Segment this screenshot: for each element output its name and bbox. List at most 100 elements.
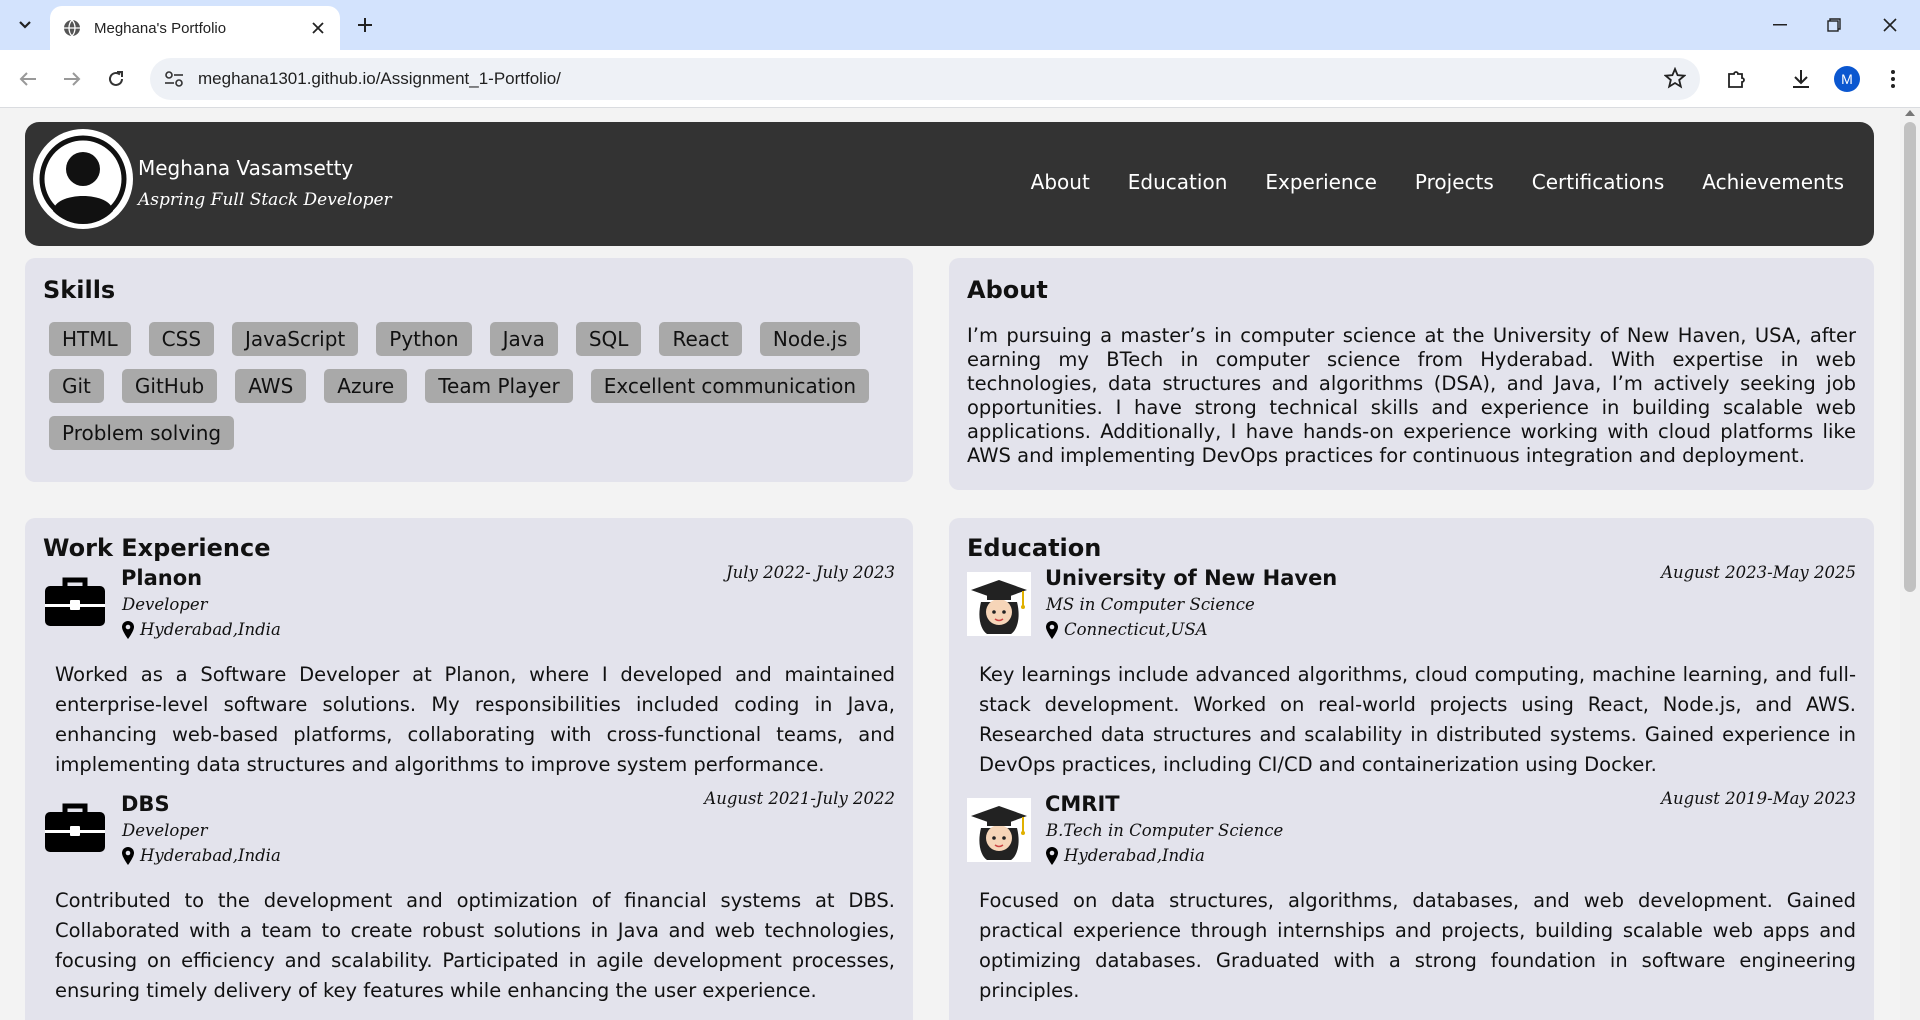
back-button[interactable]: [13, 64, 43, 94]
tab-title: Meghana's Portfolio: [94, 19, 227, 37]
work-location: Hyderabad,India: [122, 846, 281, 865]
work-entry: Planon Developer Hyderabad,India July 20…: [43, 563, 895, 792]
education-location: Hyderabad,India: [1046, 846, 1205, 865]
kebab-menu-icon: [1891, 70, 1895, 88]
avatar: [33, 129, 133, 229]
nav-certifications[interactable]: Certifications: [1532, 170, 1664, 194]
work-org: DBS: [121, 792, 170, 816]
minimize-button[interactable]: [1750, 0, 1810, 50]
close-icon: [1883, 18, 1897, 32]
graduate-avatar-icon: [967, 572, 1031, 636]
work-location: Hyderabad,India: [122, 620, 281, 639]
address-bar[interactable]: meghana1301.github.io/Assignment_1-Portf…: [150, 58, 1700, 100]
education-location-text: Connecticut,USA: [1064, 620, 1208, 639]
skill-chip: AWS: [235, 369, 307, 403]
skill-chip: CSS: [148, 322, 215, 356]
about-text: I’m pursuing a master’s in computer scie…: [967, 324, 1856, 467]
skill-chip: React: [659, 322, 742, 356]
map-pin-icon: [1046, 620, 1058, 639]
work-description: Worked as a Software Developer at Planon…: [55, 663, 895, 776]
nav-achievements[interactable]: Achievements: [1702, 170, 1844, 194]
education-card: Education University of New Haven MS in …: [949, 518, 1874, 1020]
education-title: Education: [967, 534, 1102, 562]
skill-chip: Team Player: [425, 369, 573, 403]
nav-experience[interactable]: Experience: [1265, 170, 1377, 194]
work-org: Planon: [121, 566, 203, 590]
education-degree: B.Tech in Computer Science: [1046, 821, 1284, 840]
extensions-button[interactable]: [1722, 64, 1752, 94]
education-org: University of New Haven: [1045, 566, 1338, 590]
browser-toolbar: meghana1301.github.io/Assignment_1-Portf…: [0, 50, 1920, 108]
restore-icon: [1827, 18, 1841, 32]
education-entry: CMRIT B.Tech in Computer Science Hyderab…: [967, 789, 1856, 1018]
nav-about[interactable]: About: [1031, 170, 1090, 194]
scrollbar-thumb[interactable]: [1904, 122, 1916, 592]
reload-button[interactable]: [101, 64, 131, 94]
arrow-right-icon: [64, 72, 81, 86]
puzzle-icon: [1728, 71, 1745, 88]
url-text: meghana1301.github.io/Assignment_1-Portf…: [198, 69, 561, 88]
map-pin-icon: [1046, 846, 1058, 865]
skill-chip: Azure: [324, 369, 408, 403]
reload-icon: [109, 71, 123, 86]
about-card: About I’m pursuing a master’s in compute…: [949, 258, 1874, 490]
downloads-button[interactable]: [1786, 64, 1816, 94]
work-role: Developer: [122, 595, 208, 614]
bookmark-star-icon[interactable]: [1663, 66, 1687, 93]
map-pin-icon: [122, 620, 134, 639]
education-degree: MS in Computer Science: [1046, 595, 1255, 614]
work-title: Work Experience: [43, 534, 271, 562]
main-nav: About Education Experience Projects Cert…: [1031, 170, 1844, 194]
about-title: About: [967, 276, 1048, 304]
browser-tab[interactable]: Meghana's Portfolio: [50, 6, 340, 50]
education-date: August 2019-May 2023: [1661, 789, 1856, 808]
briefcase-icon: [45, 577, 105, 626]
skill-chip: Excellent communication: [590, 369, 870, 403]
minimize-icon: [1773, 24, 1787, 26]
page-scrollbar[interactable]: [1900, 108, 1920, 1020]
skill-chip: Java: [489, 322, 558, 356]
browser-menu-button[interactable]: [1878, 64, 1908, 94]
skill-chip: Git: [49, 369, 104, 403]
work-date: July 2022- July 2023: [726, 563, 895, 582]
education-entry: University of New Haven MS in Computer S…: [967, 563, 1856, 792]
scroll-up-arrow-icon[interactable]: [1905, 110, 1915, 116]
new-tab-button[interactable]: [350, 10, 380, 40]
site-header: Meghana Vasamsetty Aspring Full Stack De…: [25, 122, 1874, 246]
skill-chip: Problem solving: [49, 416, 235, 450]
page-viewport: Meghana Vasamsetty Aspring Full Stack De…: [0, 108, 1900, 1020]
work-description: Contributed to the development and optim…: [55, 889, 895, 1002]
nav-education[interactable]: Education: [1128, 170, 1228, 194]
forward-button[interactable]: [57, 64, 87, 94]
restore-button[interactable]: [1804, 0, 1864, 50]
nav-projects[interactable]: Projects: [1415, 170, 1494, 194]
skill-chip: GitHub: [121, 369, 218, 403]
education-location: Connecticut,USA: [1046, 620, 1208, 639]
education-description: Key learnings include advanced algorithm…: [979, 663, 1856, 776]
work-location-text: Hyderabad,India: [140, 846, 281, 865]
skills-list: HTML CSS JavaScript Python Java SQL Reac…: [43, 322, 895, 450]
work-experience-card: Work Experience Planon Developer Hyderab…: [25, 518, 913, 1020]
header-role: Aspring Full Stack Developer: [138, 190, 392, 210]
map-pin-icon: [122, 846, 134, 865]
close-window-button[interactable]: [1860, 0, 1920, 50]
work-location-text: Hyderabad,India: [140, 620, 281, 639]
chevron-down-icon: [19, 21, 31, 29]
download-icon: [1793, 70, 1809, 88]
briefcase-icon: [45, 803, 105, 852]
tab-search-button[interactable]: [10, 10, 40, 40]
header-name: Meghana Vasamsetty: [138, 156, 354, 180]
work-role: Developer: [122, 821, 208, 840]
skill-chip: JavaScript: [232, 322, 359, 356]
work-date: August 2021-July 2022: [704, 789, 895, 808]
skill-chip: Python: [376, 322, 472, 356]
user-avatar-icon: [39, 135, 127, 225]
education-location-text: Hyderabad,India: [1064, 846, 1205, 865]
tab-close-icon[interactable]: [308, 18, 328, 38]
arrow-left-icon: [19, 72, 36, 86]
education-description: Focused on data structures, algorithms, …: [979, 889, 1856, 1002]
plus-icon: [358, 18, 372, 32]
graduate-avatar-icon: [967, 798, 1031, 862]
profile-avatar[interactable]: M: [1834, 66, 1860, 92]
site-settings-icon[interactable]: [164, 70, 184, 88]
